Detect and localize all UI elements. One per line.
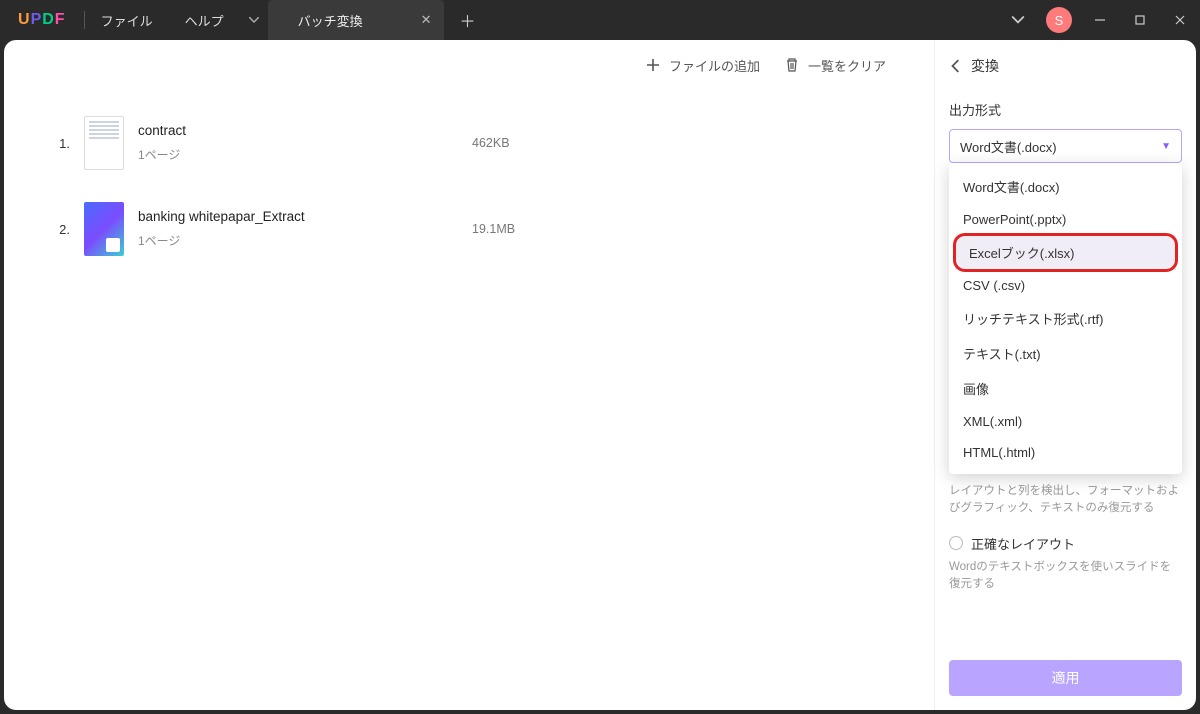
output-format-select[interactable]: Word文書(.docx) ▼ (949, 129, 1182, 163)
caret-down-icon: ▼ (1161, 141, 1171, 152)
add-files-label: ファイルの追加 (669, 56, 760, 75)
close-tab-icon[interactable]: ✕ (421, 12, 432, 28)
trash-icon (784, 57, 800, 73)
file-thumbnail (84, 116, 124, 170)
content-toolbar: ファイルの追加 一覧をクリア (4, 40, 934, 90)
file-name: banking whitepapar_Extract (138, 209, 458, 224)
chevron-left-icon (949, 59, 963, 73)
file-size: 462KB (472, 136, 592, 150)
file-row[interactable]: 1. contract 1ページ 462KB (52, 100, 886, 186)
format-option[interactable]: XML(.xml) (949, 406, 1182, 437)
file-info: banking whitepapar_Extract 1ページ (138, 209, 458, 249)
close-window-icon[interactable] (1160, 0, 1200, 40)
layout-hint-text-2: Wordのテキストボックスを使いスライドを復元する (949, 559, 1182, 594)
user-avatar[interactable]: S (1046, 7, 1072, 33)
format-option[interactable]: CSV (.csv) (949, 270, 1182, 301)
minimize-icon[interactable] (1080, 0, 1120, 40)
radio-label: 正確なレイアウト (971, 534, 1075, 553)
tab-list-dropdown-icon[interactable] (240, 17, 268, 23)
panel-back[interactable]: 変換 (949, 56, 1182, 76)
tab-batch-convert[interactable]: バッチ変換 ✕ (268, 0, 444, 40)
format-option[interactable]: PowerPoint(.pptx) (949, 204, 1182, 235)
file-list: 1. contract 1ページ 462KB 2. banking whitep… (4, 90, 934, 710)
exact-layout-option[interactable]: 正確なレイアウト (949, 534, 1182, 553)
radio-icon[interactable] (949, 536, 963, 550)
format-option[interactable]: HTML(.html) (949, 437, 1182, 468)
clear-list-label: 一覧をクリア (808, 56, 886, 75)
file-name: contract (138, 123, 458, 138)
content-area: ファイルの追加 一覧をクリア 1. contract 1ページ 462KB (4, 40, 934, 710)
tab-title: バッチ変換 (280, 11, 381, 30)
menu-help[interactable]: ヘルプ (169, 11, 240, 30)
panel-title: 変換 (971, 56, 999, 76)
chevron-down-icon[interactable] (998, 0, 1038, 40)
file-pages: 1ページ (138, 232, 458, 249)
apply-button[interactable]: 適用 (949, 660, 1182, 696)
layout-hint-text: レイアウトと列を検出し、フォーマットおよびグラフィック、テキストのみ復元する (949, 483, 1182, 518)
menu-file[interactable]: ファイル (85, 11, 169, 30)
add-files-button[interactable]: ファイルの追加 (645, 56, 760, 75)
app-body: ファイルの追加 一覧をクリア 1. contract 1ページ 462KB (4, 40, 1196, 710)
title-bar: UPDF ファイル ヘルプ バッチ変換 ✕ ＋ S (0, 0, 1200, 40)
format-option-highlighted[interactable]: Excelブック(.xlsx) (955, 235, 1176, 270)
format-option[interactable]: テキスト(.txt) (949, 336, 1182, 371)
add-tab-button[interactable]: ＋ (444, 8, 492, 32)
format-option[interactable]: Word文書(.docx) (949, 169, 1182, 204)
side-panel: 変換 出力形式 Word文書(.docx) ▼ Word文書(.docx) Po… (934, 40, 1196, 710)
row-index: 2. (52, 222, 70, 237)
file-thumbnail (84, 202, 124, 256)
maximize-icon[interactable] (1120, 0, 1160, 40)
format-option[interactable]: 画像 (949, 371, 1182, 406)
file-row[interactable]: 2. banking whitepapar_Extract 1ページ 19.1M… (52, 186, 886, 272)
file-info: contract 1ページ (138, 123, 458, 163)
selected-format: Word文書(.docx) (960, 137, 1057, 156)
format-option[interactable]: リッチテキスト形式(.rtf) (949, 301, 1182, 336)
file-size: 19.1MB (472, 222, 592, 236)
app-logo: UPDF (0, 11, 84, 29)
plus-icon (645, 57, 661, 73)
clear-list-button[interactable]: 一覧をクリア (784, 56, 886, 75)
output-format-label: 出力形式 (949, 100, 1182, 119)
file-pages: 1ページ (138, 146, 458, 163)
format-dropdown: Word文書(.docx) PowerPoint(.pptx) Excelブック… (949, 163, 1182, 474)
row-index: 1. (52, 136, 70, 151)
